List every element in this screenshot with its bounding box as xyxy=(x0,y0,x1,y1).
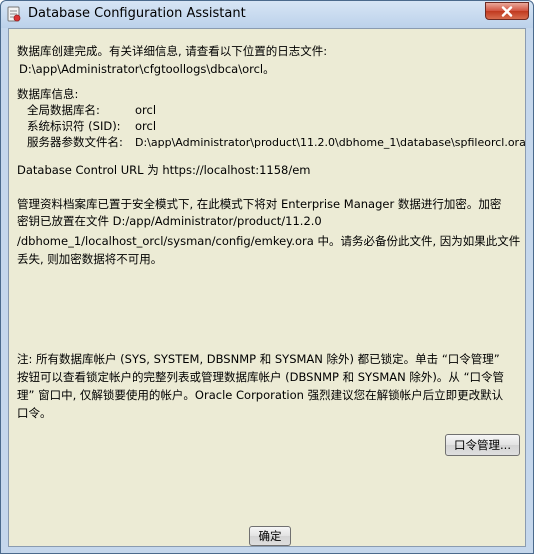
dbca-window: Database Configuration Assistant 数据库创建完成… xyxy=(0,0,534,554)
dbcontrol-url: Database Control URL 为 https://localhost… xyxy=(17,163,311,177)
info-value-global-db-name: orcl xyxy=(135,103,157,117)
dbca-app-icon xyxy=(6,6,22,22)
note-line-4: 口令。 xyxy=(17,406,52,420)
encryption-text-line-4: 丢失, 则加密数据将不可用。 xyxy=(17,252,163,266)
log-path: D:\app\Administrator\cfgtoollogs\dbca\or… xyxy=(19,62,275,76)
close-button[interactable] xyxy=(485,2,529,20)
info-label-sid: 系统标识符 (SID): xyxy=(27,119,121,133)
info-label-global-db-name: 全局数据库名: xyxy=(27,103,100,117)
note-line-1: 注: 所有数据库帐户 (SYS, SYSTEM, DBSNMP 和 SYSMAN… xyxy=(17,352,500,366)
message-panel: 数据库创建完成。有关详细信息, 请查看以下位置的日志文件: D:\app\Adm… xyxy=(8,28,526,547)
created-message: 数据库创建完成。有关详细信息, 请查看以下位置的日志文件: xyxy=(17,44,328,58)
encryption-text-line-1: 管理资料档案库已置于安全模式下, 在此模式下将对 Enterprise Mana… xyxy=(17,197,502,211)
close-x-icon xyxy=(500,2,514,21)
note-line-2: 按钮可以查看锁定帐户的完整列表或管理数据库帐户 (DBSNMP 和 SYSMAN… xyxy=(17,370,505,384)
encryption-text-line-2: 密钥已放置在文件 D:/app/Administrator/product/11… xyxy=(17,214,322,228)
encryption-text-line-3: /dbhome_1/localhost_orcl/sysman/config/e… xyxy=(17,234,521,248)
password-management-button[interactable]: 口令管理... xyxy=(445,434,520,456)
note-line-3: 理” 窗口中, 仅解锁要使用的帐户。Oracle Corporation 强烈建… xyxy=(17,388,504,402)
ok-button[interactable]: 确定 xyxy=(249,526,291,546)
window-title: Database Configuration Assistant xyxy=(28,6,246,21)
info-label-spfile: 服务器参数文件名: xyxy=(27,135,123,149)
db-info-heading: 数据库信息: xyxy=(17,87,79,101)
info-value-sid: orcl xyxy=(135,119,157,133)
title-bar[interactable]: Database Configuration Assistant xyxy=(1,1,533,28)
info-value-spfile: D:\app\Administrator\product\11.2.0\dbho… xyxy=(135,136,526,149)
